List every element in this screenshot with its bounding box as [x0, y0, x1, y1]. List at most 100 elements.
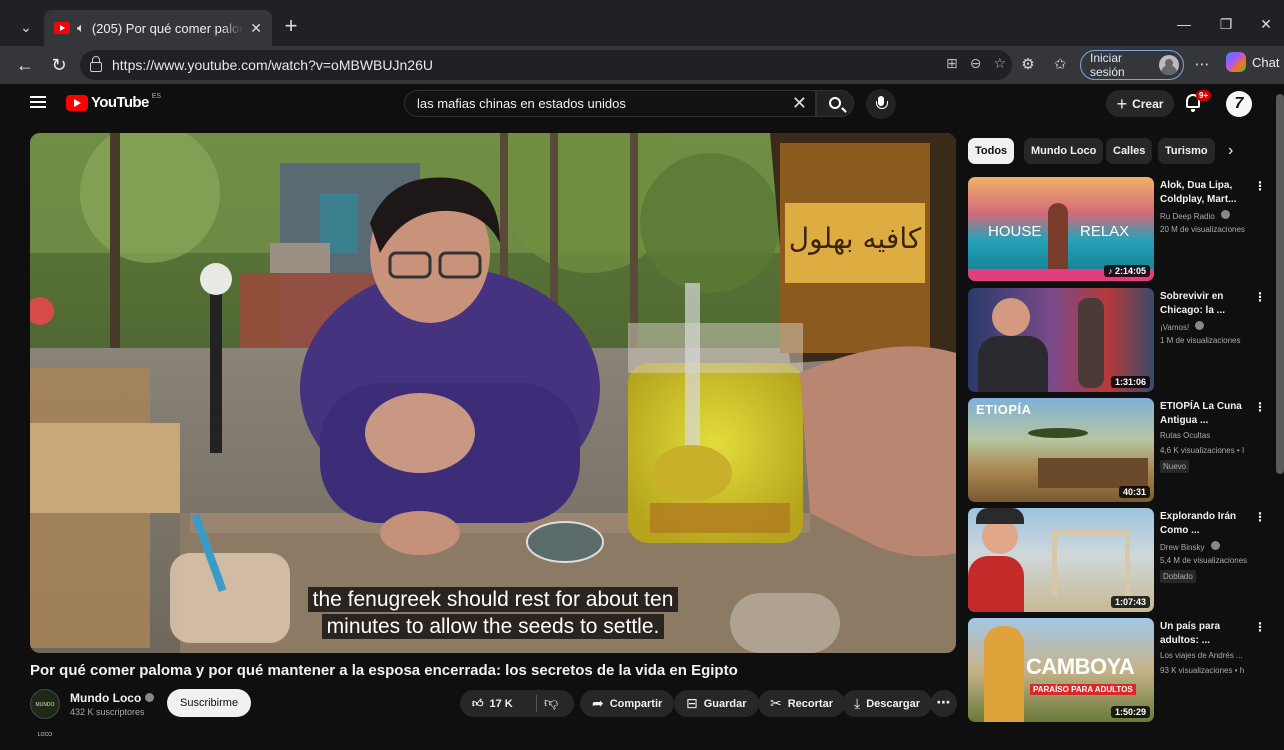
menu-hamburger-icon[interactable]: [30, 96, 46, 108]
favorite-star-icon[interactable]: ☆: [993, 55, 1006, 72]
thumb-body: [968, 556, 1024, 612]
rec-menu-icon[interactable]: ⋮: [1254, 510, 1266, 524]
zoom-icon[interactable]: ⊖: [970, 55, 982, 72]
thumb-text-house: HOUSE: [988, 223, 1042, 240]
back-arrow-icon[interactable]: ←: [12, 52, 38, 78]
verified-check-icon: [1195, 321, 1205, 330]
window-close-icon[interactable]: ✕: [1256, 16, 1276, 33]
rec-title[interactable]: Un país para adultos: ...: [1160, 620, 1250, 648]
verified-check-icon: [145, 693, 155, 702]
favorites-icon[interactable]: ✩: [1050, 55, 1070, 73]
minimize-icon[interactable]: —: [1174, 16, 1194, 32]
duration-badge: 1:31:06: [1110, 376, 1150, 388]
search-button[interactable]: [816, 90, 854, 117]
rec-menu-icon[interactable]: ⋮: [1254, 620, 1266, 634]
chip-mundo-loco[interactable]: Mundo Loco: [1024, 138, 1104, 164]
thumb-text-etiopia: ETIOPÍA: [976, 402, 1032, 417]
chip-turismo[interactable]: Turismo: [1158, 138, 1215, 164]
duration-badge: 1:50:29: [1110, 706, 1150, 718]
recommendation-item[interactable]: ETIOPÍA 40:31 ETIOPÍA La Cuna Antigua ..…: [968, 398, 1266, 502]
thumbnail[interactable]: CAMBOYA PARAÍSO PARA ADULTOS 1:50:29: [968, 618, 1154, 722]
rec-views: 5,4 M de visualizaciones: [1160, 556, 1248, 565]
share-label: Compartir: [609, 697, 663, 710]
signin-button[interactable]: Iniciar sesión: [1080, 50, 1184, 80]
dubbed-badge: Doblado: [1160, 570, 1196, 583]
new-tab-button[interactable]: +: [280, 14, 302, 38]
speaker-icon[interactable]: 🔈︎: [77, 20, 85, 36]
voice-search-mic-icon[interactable]: [866, 89, 896, 119]
rec-menu-icon[interactable]: ⋮: [1254, 179, 1266, 193]
chip-todos[interactable]: Todos: [968, 138, 1015, 164]
rec-title[interactable]: Explorando Irán Como ...: [1160, 510, 1250, 538]
like-dislike-group: 👍︎ 17 K 👎︎: [460, 690, 574, 717]
rec-title[interactable]: Sobrevivir en Chicago: la ...: [1160, 290, 1250, 318]
restore-icon[interactable]: ❐: [1216, 16, 1236, 33]
youtube-logo[interactable]: YouTube ES: [66, 93, 161, 111]
rec-menu-icon[interactable]: ⋮: [1254, 290, 1266, 304]
rec-title[interactable]: ETIOPÍA La Cuna Antigua ...: [1160, 400, 1250, 428]
chip-calles[interactable]: Calles: [1106, 138, 1153, 164]
recommendation-item[interactable]: HOUSE RELAX ♪ 2:14:05 Alok, Dua Lipa, Co…: [968, 177, 1266, 281]
channel-avatar[interactable]: MUNDO LOCO: [30, 689, 60, 738]
save-button[interactable]: ⊟ Guardar: [674, 690, 759, 717]
rec-views: 4,6 K visualizaciones • I: [1160, 446, 1245, 455]
thumbnail[interactable]: ETIOPÍA 40:31: [968, 398, 1154, 502]
address-bar[interactable]: https://www.youtube.com/watch?v=oMBWBUJn…: [80, 50, 1012, 80]
thumb-text-camboya: CAMBOYA: [1026, 654, 1135, 679]
account-avatar[interactable]: 7: [1226, 91, 1252, 117]
thumb-cap: [976, 508, 1024, 524]
more-actions-icon[interactable]: ⋯: [930, 690, 957, 717]
channel-name-text: Mundo Loco: [70, 691, 142, 705]
extensions-icon[interactable]: ⚙: [1018, 55, 1038, 73]
tab-close-icon[interactable]: ✕: [250, 20, 262, 37]
chips-next-chevron-icon[interactable]: ›: [1228, 142, 1233, 160]
save-label: Guardar: [703, 697, 747, 710]
tab-list-chevron-icon[interactable]: ⌄: [12, 14, 40, 40]
share-button[interactable]: ➦ Compartir: [580, 690, 675, 717]
duration-badge: 40:31: [1118, 486, 1150, 498]
youtube-page: YouTube ES las mafias chinas en estados …: [10, 84, 1284, 738]
copilot-label: Chat: [1252, 54, 1280, 70]
duration-badge: ♪ 2:14:05: [1103, 265, 1150, 277]
subtitle-text-2: minutes to allow the seeds to settle.: [321, 614, 665, 639]
dislike-thumbs-down-icon[interactable]: 👎︎: [544, 694, 558, 711]
clip-button[interactable]: ✂ Recortar: [758, 690, 845, 717]
like-separator: [536, 695, 537, 712]
channel-name[interactable]: Mundo Loco: [70, 691, 155, 705]
tab-strip: ⌄ 🔈︎ (205) Por qué comer paloma y ✕ + — …: [0, 6, 1284, 46]
rec-title[interactable]: Alok, Dua Lipa, Coldplay, Mart...: [1160, 179, 1250, 207]
search-query: las mafias chinas en estados unidos: [417, 96, 626, 111]
clip-label: Recortar: [787, 697, 833, 710]
like-button[interactable]: 👍︎ 17 K: [460, 690, 525, 717]
recommendation-item[interactable]: 1:07:43 Explorando Irán Como ... Drew Bi…: [968, 508, 1266, 612]
duration-text: 2:14:05: [1114, 266, 1146, 276]
recommendation-item[interactable]: CAMBOYA PARAÍSO PARA ADULTOS 1:50:29 Un …: [968, 618, 1266, 722]
page-scrollbar[interactable]: [1276, 94, 1284, 474]
clear-search-icon[interactable]: ✕: [792, 93, 807, 114]
browser-tab[interactable]: 🔈︎ (205) Por qué comer paloma y ✕: [44, 10, 272, 46]
subtitle-text-1: the fenugreek should rest for about ten: [307, 587, 679, 612]
subscribe-button[interactable]: Suscribirme: [167, 689, 252, 717]
rec-menu-icon[interactable]: ⋮: [1254, 400, 1266, 414]
more-menu-icon[interactable]: ⋯: [1192, 55, 1212, 73]
search-icon: [829, 97, 841, 109]
download-button[interactable]: ⤓ Descargar: [842, 690, 933, 717]
recommendation-item[interactable]: 1:31:06 Sobrevivir en Chicago: la ... ¡V…: [968, 288, 1266, 392]
thumbnail[interactable]: 1:07:43: [968, 508, 1154, 612]
subtitle-line-2: minutes to allow the seeds to settle.: [30, 614, 956, 639]
copilot-chat-button[interactable]: Chat: [1226, 52, 1279, 72]
lock-icon: [90, 56, 102, 72]
thumb-gate: [1052, 530, 1130, 596]
reload-icon[interactable]: ↻: [46, 52, 72, 78]
rec-channel-text: ¡Vamos!: [1160, 323, 1190, 332]
browser-toolbar: ← ↻ https://www.youtube.com/watch?v=oMBW…: [0, 46, 1284, 84]
app-available-icon[interactable]: ⊞: [946, 55, 958, 72]
verified-check-icon: [1220, 210, 1230, 219]
thumbnail[interactable]: HOUSE RELAX ♪ 2:14:05: [968, 177, 1154, 281]
video-player[interactable]: كافيه بهلول the fenugreek should rest fo…: [30, 133, 956, 653]
rec-channel-text: Ru Deep Radio: [1160, 212, 1215, 221]
thumbnail[interactable]: 1:31:06: [968, 288, 1154, 392]
search-input[interactable]: las mafias chinas en estados unidos ✕: [404, 90, 816, 117]
create-button[interactable]: + Crear: [1106, 90, 1174, 117]
rec-channel: ¡Vamos!: [1160, 321, 1256, 332]
